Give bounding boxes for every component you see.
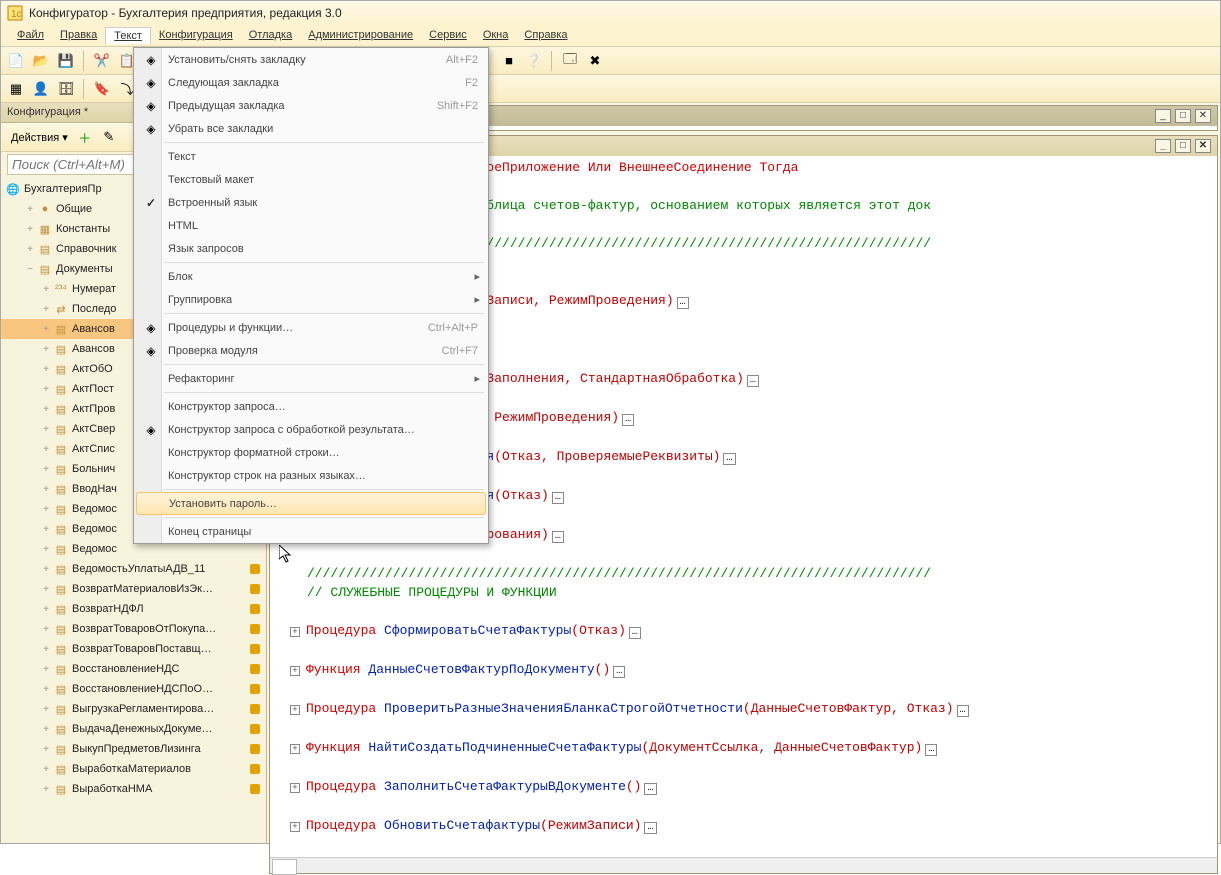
dirty-icon <box>250 624 260 634</box>
dirty-icon <box>250 724 260 734</box>
menu-item[interactable]: Установить пароль… <box>136 492 486 515</box>
menu-item[interactable]: ✓Встроенный язык <box>134 191 488 214</box>
dirty-icon <box>250 684 260 694</box>
sheet-tab[interactable] <box>272 859 297 875</box>
form-icon[interactable]: ▦ <box>5 78 27 100</box>
tree-item[interactable]: +▤ВосстановлениеНДСПоО… <box>1 679 266 699</box>
menu-debug[interactable]: Отладка <box>241 27 300 44</box>
dirty-icon <box>250 584 260 594</box>
menu-item[interactable]: HTML <box>134 214 488 237</box>
save-icon[interactable]: 💾 <box>55 50 77 72</box>
dirty-icon <box>250 784 260 794</box>
edit-icon[interactable]: ✎ <box>98 126 120 148</box>
menu-item[interactable]: ◈Конструктор запроса с обработкой резуль… <box>134 418 488 441</box>
bookmark-toggle-icon[interactable]: 🔖 <box>91 78 113 100</box>
svg-text:1c: 1c <box>11 9 22 20</box>
doc1-close-icon[interactable]: ✕ <box>1195 109 1211 123</box>
dirty-icon <box>250 664 260 674</box>
menu-item[interactable]: Рефакторинг▸ <box>134 367 488 390</box>
doc2-minimize-icon[interactable]: _ <box>1155 139 1171 153</box>
menu-item[interactable]: ◈Следующая закладкаF2 <box>134 71 488 94</box>
actions-dropdown[interactable]: Действия ▾ <box>7 129 72 146</box>
menu-item[interactable]: Текстовый макет <box>134 168 488 191</box>
dirty-icon <box>250 764 260 774</box>
menu-config[interactable]: Конфигурация <box>151 27 241 44</box>
db-icon[interactable]: 🗄 <box>55 78 77 100</box>
mouse-cursor <box>279 545 295 570</box>
doc2-maximize-icon[interactable]: □ <box>1175 139 1191 153</box>
menu-help[interactable]: Справка <box>516 27 575 44</box>
menu-file[interactable]: Файл <box>9 27 52 44</box>
help-icon[interactable]: ❔ <box>523 50 545 72</box>
main-window: 1c Конфигуратор - Бухгалтерия предприяти… <box>0 0 1221 844</box>
dirty-icon <box>250 744 260 754</box>
tree-item[interactable]: +▤ВыгрузкаРегламентирова… <box>1 699 266 719</box>
menu-item[interactable]: Язык запросов <box>134 237 488 260</box>
menu-item[interactable]: Текст <box>134 145 488 168</box>
tree-item[interactable]: +▤ВозвратТоваровПоставщ… <box>1 639 266 659</box>
menu-item[interactable]: Конструктор строк на разных языках… <box>134 464 488 487</box>
doc1-minimize-icon[interactable]: _ <box>1155 109 1171 123</box>
tree-item[interactable]: +▤ВыдачаДенежныхДокуме… <box>1 719 266 739</box>
tree-item[interactable]: +▤ВозвратТоваровОтПокупа… <box>1 619 266 639</box>
menu-item[interactable]: Конец страницы <box>134 520 488 543</box>
menu-item[interactable]: ◈Предыдущая закладкаShift+F2 <box>134 94 488 117</box>
cut-icon[interactable]: ✂️ <box>91 50 113 72</box>
tree-item[interactable]: +▤ВыработкаМатериалов <box>1 759 266 779</box>
app-title: Конфигуратор - Бухгалтерия предприятия, … <box>29 6 342 20</box>
menu-item[interactable]: Блок▸ <box>134 265 488 288</box>
tree-item[interactable]: +▤ВосстановлениеНДС <box>1 659 266 679</box>
text-menu-dropdown: ◈Установить/снять закладкуAlt+F2◈Следующ… <box>133 47 489 544</box>
dirty-icon <box>250 704 260 714</box>
horizontal-scrollbar[interactable] <box>270 857 1217 873</box>
doc1-maximize-icon[interactable]: □ <box>1175 109 1191 123</box>
menu-item[interactable]: Конструктор форматной строки… <box>134 441 488 464</box>
menu-item[interactable]: ◈Убрать все закладки <box>134 117 488 140</box>
titlebar: 1c Конфигуратор - Бухгалтерия предприяти… <box>1 1 1220 25</box>
dirty-icon <box>250 564 260 574</box>
tree-item[interactable]: +▤ВыкупПредметовЛизинга <box>1 739 266 759</box>
close-window-icon[interactable]: ✖ <box>584 50 606 72</box>
menu-item[interactable]: Конструктор запроса… <box>134 395 488 418</box>
menu-item[interactable]: Группировка▸ <box>134 288 488 311</box>
doc2-close-icon[interactable]: ✕ <box>1195 139 1211 153</box>
menu-service[interactable]: Сервис <box>421 27 475 44</box>
tree-item[interactable]: +▤ВозвратМатериаловИзЭк… <box>1 579 266 599</box>
tree-item[interactable]: +▤ВыработкаНМА <box>1 779 266 799</box>
menu-text[interactable]: Текст <box>105 27 151 44</box>
stop-icon[interactable]: ■ <box>498 50 520 72</box>
dirty-icon <box>250 604 260 614</box>
dirty-icon <box>250 644 260 654</box>
app-icon: 1c <box>7 5 23 21</box>
add-icon[interactable]: ＋ <box>74 126 96 148</box>
menu-item[interactable]: ◈Процедуры и функции…Ctrl+Alt+P <box>134 316 488 339</box>
window-icon[interactable]: 🗔 <box>559 50 581 72</box>
new-icon[interactable]: 📄 <box>5 50 27 72</box>
menubar: Файл Правка Текст Конфигурация Отладка А… <box>1 25 1220 47</box>
user-icon[interactable]: 👤 <box>30 78 52 100</box>
menu-admin[interactable]: Администрирование <box>300 27 421 44</box>
open-icon[interactable]: 📂 <box>30 50 52 72</box>
tree-item[interactable]: +▤ВедомостьУплатыАДВ_11 <box>1 559 266 579</box>
tree-item[interactable]: +▤ВозвратНДФЛ <box>1 599 266 619</box>
menu-edit[interactable]: Правка <box>52 27 105 44</box>
menu-item[interactable]: ◈Проверка модуляCtrl+F7 <box>134 339 488 362</box>
menu-windows[interactable]: Окна <box>475 27 517 44</box>
menu-item[interactable]: ◈Установить/снять закладкуAlt+F2 <box>134 48 488 71</box>
